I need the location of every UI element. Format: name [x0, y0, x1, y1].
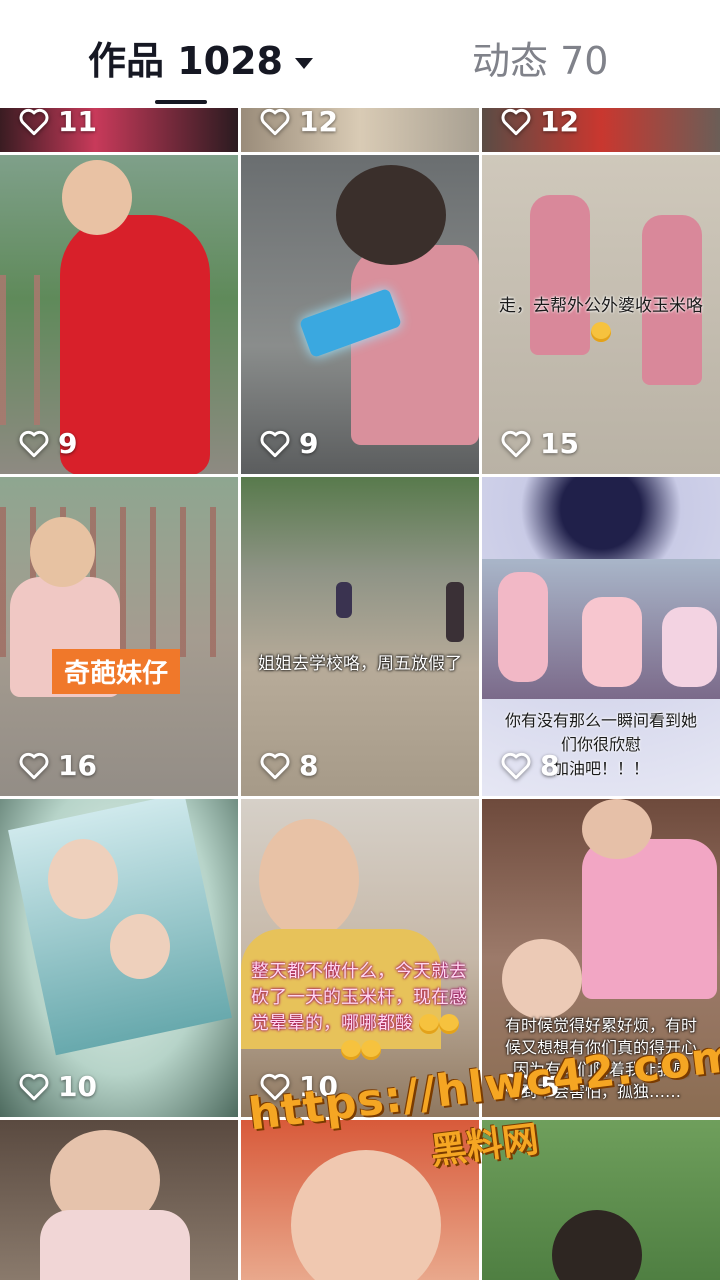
child-body — [40, 1210, 190, 1280]
tab-works[interactable]: 作品 1028 — [88, 38, 313, 84]
video-tag: 奇葩妹仔 — [52, 649, 181, 694]
like-count-value: 9 — [299, 426, 319, 460]
like-count-value: 10 — [58, 1069, 97, 1103]
video-thumbnail[interactable]: 12 — [241, 108, 479, 152]
like-count: 9 — [259, 426, 318, 460]
child-face — [30, 517, 95, 587]
like-count: 8 — [259, 748, 318, 782]
video-thumbnail[interactable]: 姐姐去学校咯，周五放假了 8 — [241, 477, 479, 796]
child-c — [662, 607, 717, 687]
heart-icon — [19, 752, 49, 780]
child-head — [336, 165, 446, 265]
heart-icon — [19, 1073, 49, 1101]
child-b — [582, 597, 642, 687]
child-head — [552, 1210, 642, 1280]
like-count-value: 12 — [299, 108, 338, 138]
like-count-value: 15 — [540, 426, 579, 460]
sunglasses-face-child — [110, 914, 170, 979]
heart-icon — [260, 108, 290, 136]
walking-child-1 — [336, 582, 352, 618]
child-pink-jacket — [351, 245, 479, 445]
sunglasses-face — [48, 839, 118, 919]
like-count: 12 — [500, 108, 579, 138]
child-pink-tshirt — [582, 839, 717, 999]
video-thumbnail[interactable] — [0, 1120, 238, 1280]
video-thumbnail[interactable]: 奇葩妹仔 16 — [0, 477, 238, 796]
like-count: 8 — [500, 748, 559, 782]
like-count: 10 — [18, 1069, 97, 1103]
child-red-dress — [60, 215, 210, 474]
video-thumbnail[interactable]: 12 — [482, 108, 720, 152]
caret-down-icon[interactable] — [295, 58, 313, 69]
profile-tab-bar: 作品 1028 动态 70 — [0, 0, 720, 108]
like-count: 16 — [18, 748, 97, 782]
sad-emoji-icon — [341, 1040, 361, 1060]
tab-moments[interactable]: 动态 70 — [472, 38, 608, 84]
like-count-value: 12 — [540, 108, 579, 138]
heart-icon — [260, 430, 290, 458]
video-thumbnail[interactable]: 11 — [0, 108, 238, 152]
heart-icon — [19, 430, 49, 458]
video-thumbnail[interactable]: 10 — [0, 799, 238, 1117]
heart-icon — [501, 108, 531, 136]
like-count: 15 — [500, 426, 579, 460]
like-count-value: 11 — [58, 108, 97, 138]
heart-icon — [501, 430, 531, 458]
child-face — [62, 160, 132, 235]
video-caption: 姐姐去学校咯，周五放假了 — [258, 654, 462, 674]
active-tab-indicator — [155, 100, 207, 104]
like-count: 12 — [259, 108, 338, 138]
sad-emoji-icon — [418, 1014, 439, 1034]
smile-emoji-icon — [591, 322, 611, 342]
child-a — [498, 572, 548, 682]
like-count: 9 — [18, 426, 77, 460]
heart-icon — [260, 752, 290, 780]
video-caption: 走，去帮外公外婆收玉米咯 — [482, 293, 720, 345]
video-thumbnail[interactable]: 9 — [0, 155, 238, 474]
heart-icon — [19, 108, 49, 136]
sad-emoji-icon — [438, 1014, 459, 1034]
video-thumbnail[interactable]: 你有没有那么一瞬间看到她 们你很欣慰 加油吧！！！ 8 — [482, 477, 720, 796]
sad-emoji-icon — [361, 1040, 381, 1060]
child-face — [582, 799, 652, 859]
video-thumbnail[interactable]: 走，去帮外公外婆收玉米咯 15 — [482, 155, 720, 474]
like-count-value: 16 — [58, 748, 97, 782]
video-thumbnail[interactable]: 9 — [241, 155, 479, 474]
tab-works-label: 作品 1028 — [88, 39, 283, 83]
baby-face — [502, 939, 582, 1019]
like-count: 11 — [18, 108, 97, 138]
woman-face — [259, 819, 359, 939]
heart-icon — [501, 752, 531, 780]
like-count-value: 8 — [299, 748, 319, 782]
like-count-value: 8 — [540, 748, 560, 782]
walking-child-2 — [446, 582, 464, 642]
like-count-value: 9 — [58, 426, 78, 460]
video-caption: 整天都不做什么，今天就去 砍了一天的玉米杆，现在感 觉晕晕的，哪哪都酸 — [241, 959, 479, 1063]
tab-moments-label: 动态 70 — [472, 39, 609, 83]
